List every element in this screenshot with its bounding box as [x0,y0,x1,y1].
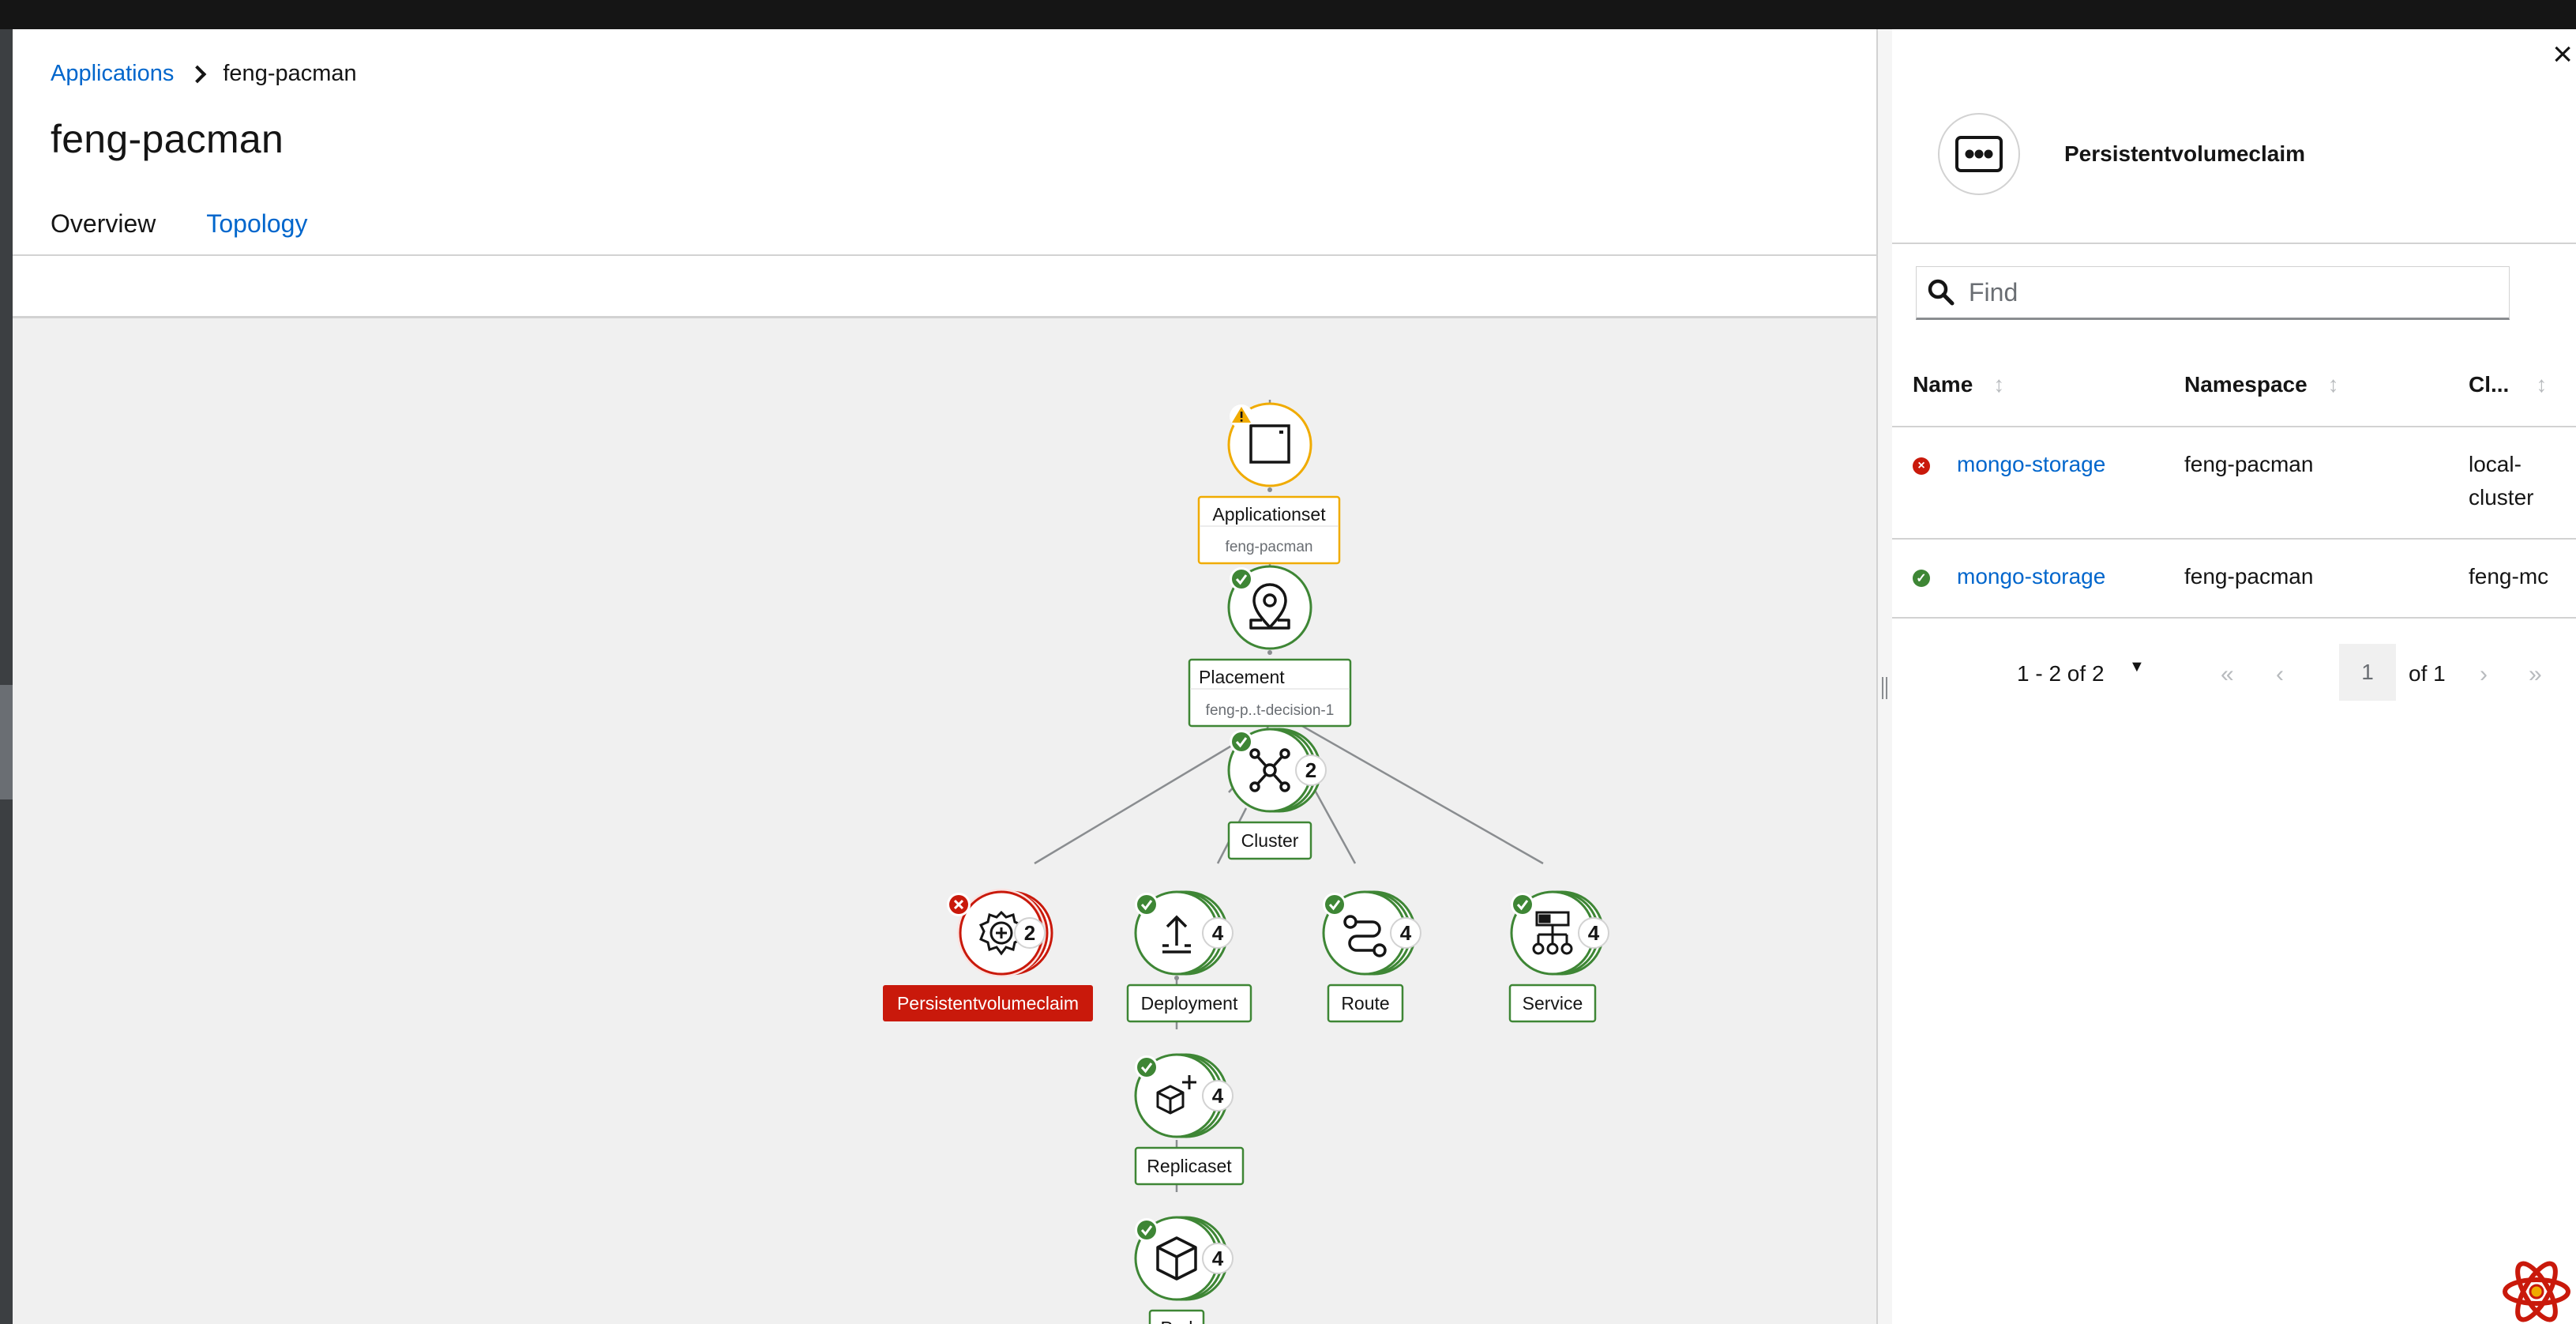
node-replicaset-count: 4 [1212,1084,1224,1108]
left-nav-edge [0,29,13,1324]
page-number-input[interactable]: 1 [2339,644,2396,701]
column-header-name-label: Name [1913,372,1973,397]
tab-overview[interactable]: Overview [51,209,156,258]
page-title: feng-pacman [51,117,284,161]
edge-cluster-pvc [1034,735,1247,865]
error-circle-icon: × [1913,457,1930,475]
node-placement-sublabel: feng-p..t-decision-1 [1206,702,1335,719]
node-replicaset-label: Replicaset [1147,1156,1232,1176]
close-icon[interactable]: × [2552,37,2573,72]
row-cluster: feng-mc [2469,564,2549,589]
node-cluster-label: Cluster [1241,830,1299,851]
first-page-icon[interactable]: « [2221,661,2234,688]
node-pvc-label: Persistentvolumeclaim [897,993,1079,1014]
column-header-namespace[interactable]: Namespace ↕ [2184,372,2339,397]
next-page-icon[interactable]: › [2480,661,2488,688]
node-deployment-count: 4 [1212,921,1224,945]
panel-resource-icon [1938,113,2020,195]
sort-icon[interactable]: ↕ [1993,372,2004,397]
node-service-count: 4 [1588,921,1600,945]
table-header-divider [1892,426,2576,427]
topology-canvas[interactable]: Applicationset feng-pacman Placement fen… [13,318,1876,1324]
node-route[interactable]: 4 Route [1322,890,1421,1023]
node-pod[interactable]: 4 Pod [1134,1216,1234,1324]
row-namespace: feng-pacman [2184,452,2314,476]
row-divider [1892,538,2576,540]
topology-toolbar [13,256,1876,318]
previous-page-icon[interactable]: ‹ [2276,661,2284,688]
node-service[interactable]: 4 Service [1508,890,1609,1023]
breadcrumb: Applications feng-pacman [51,61,357,87]
check-circle-icon [1230,567,1253,591]
left-nav-highlight [0,685,13,799]
row-cluster-continued: cluster [2469,485,2534,510]
topology-graph[interactable]: Applicationset feng-pacman Placement fen… [13,318,1876,1324]
search-icon [1928,279,1955,306]
tab-bar: Overview Topology [51,209,308,258]
node-deployment-label: Deployment [1141,993,1238,1014]
node-placement[interactable]: Placement feng-p..t-decision-1 [1188,565,1352,728]
search-field[interactable] [1916,266,2510,320]
node-applicationset-sublabel: feng-pacman [1226,539,1313,555]
edge-cluster-service [1296,721,1544,865]
sort-icon[interactable]: ↕ [2328,372,2339,397]
panel-title: Persistentvolumeclaim [2064,141,2306,166]
row-name-link[interactable]: mongo-storage [1957,448,2105,481]
drag-handle-icon[interactable] [1882,677,1887,699]
node-pod-count: 4 [1212,1247,1224,1270]
node-cluster-count: 2 [1305,758,1316,782]
node-route-count: 4 [1400,921,1412,945]
row-cluster: local- [2469,452,2522,476]
node-deployment[interactable]: 4 Deployment [1126,890,1252,1023]
sort-icon[interactable]: ↕ [2536,372,2547,397]
breadcrumb-current: feng-pacman [223,61,357,86]
node-pvc[interactable]: 2 Persistentvolumeclaim [883,889,1093,1021]
breadcrumb-applications-link[interactable]: Applications [51,61,174,87]
column-header-name[interactable]: Name ↕ [1913,372,2004,397]
pagination-range: 1 - 2 of 2 [2017,661,2105,686]
chevron-right-icon [189,65,207,83]
node-applicationset[interactable]: Applicationset feng-pacman [1197,402,1341,565]
check-circle-icon [1135,893,1158,916]
check-circle-icon [1511,893,1534,916]
row-namespace: feng-pacman [2184,564,2314,589]
warning-icon [1230,404,1253,428]
column-header-cluster-label: Cl... [2469,372,2510,397]
search-input[interactable] [1967,276,2509,308]
react-devtools-icon[interactable] [2500,1259,2573,1324]
column-header-cluster[interactable]: Cl... ↕ [2469,372,2547,397]
application-window: Applications feng-pacman feng-pacman Ove… [13,29,2576,1324]
row-name-link[interactable]: mongo-storage [1957,560,2105,593]
node-applicationset-label: Applicationset [1212,504,1326,525]
more-horizontal-icon [1955,136,2003,172]
check-circle-icon [1230,730,1253,754]
node-route-label: Route [1341,993,1389,1014]
check-circle-icon [1135,1055,1158,1079]
check-circle-icon: ✓ [1913,570,1930,587]
error-circle-icon [947,893,971,916]
node-cluster[interactable]: 2 Cluster [1227,728,1327,860]
details-drawer: × Persistentvolumeclaim Name ↕ Namespace [1892,29,2576,1324]
tab-topology[interactable]: Topology [206,209,308,258]
page-total: of 1 [2409,661,2446,686]
node-pvc-count: 2 [1024,921,1035,945]
node-pod-label: Pod [1161,1318,1193,1324]
last-page-icon[interactable]: » [2529,661,2542,688]
row-divider [1892,617,2576,619]
node-replicaset[interactable]: 4 Replicaset [1134,1053,1245,1186]
node-placement-label: Placement [1199,667,1285,687]
check-circle-icon [1135,1218,1158,1242]
check-circle-icon [1323,893,1346,916]
column-header-namespace-label: Namespace [2184,372,2308,397]
panel-divider [1892,243,2576,244]
node-service-label: Service [1523,993,1583,1014]
caret-down-icon[interactable]: ▼ [2129,658,2145,676]
